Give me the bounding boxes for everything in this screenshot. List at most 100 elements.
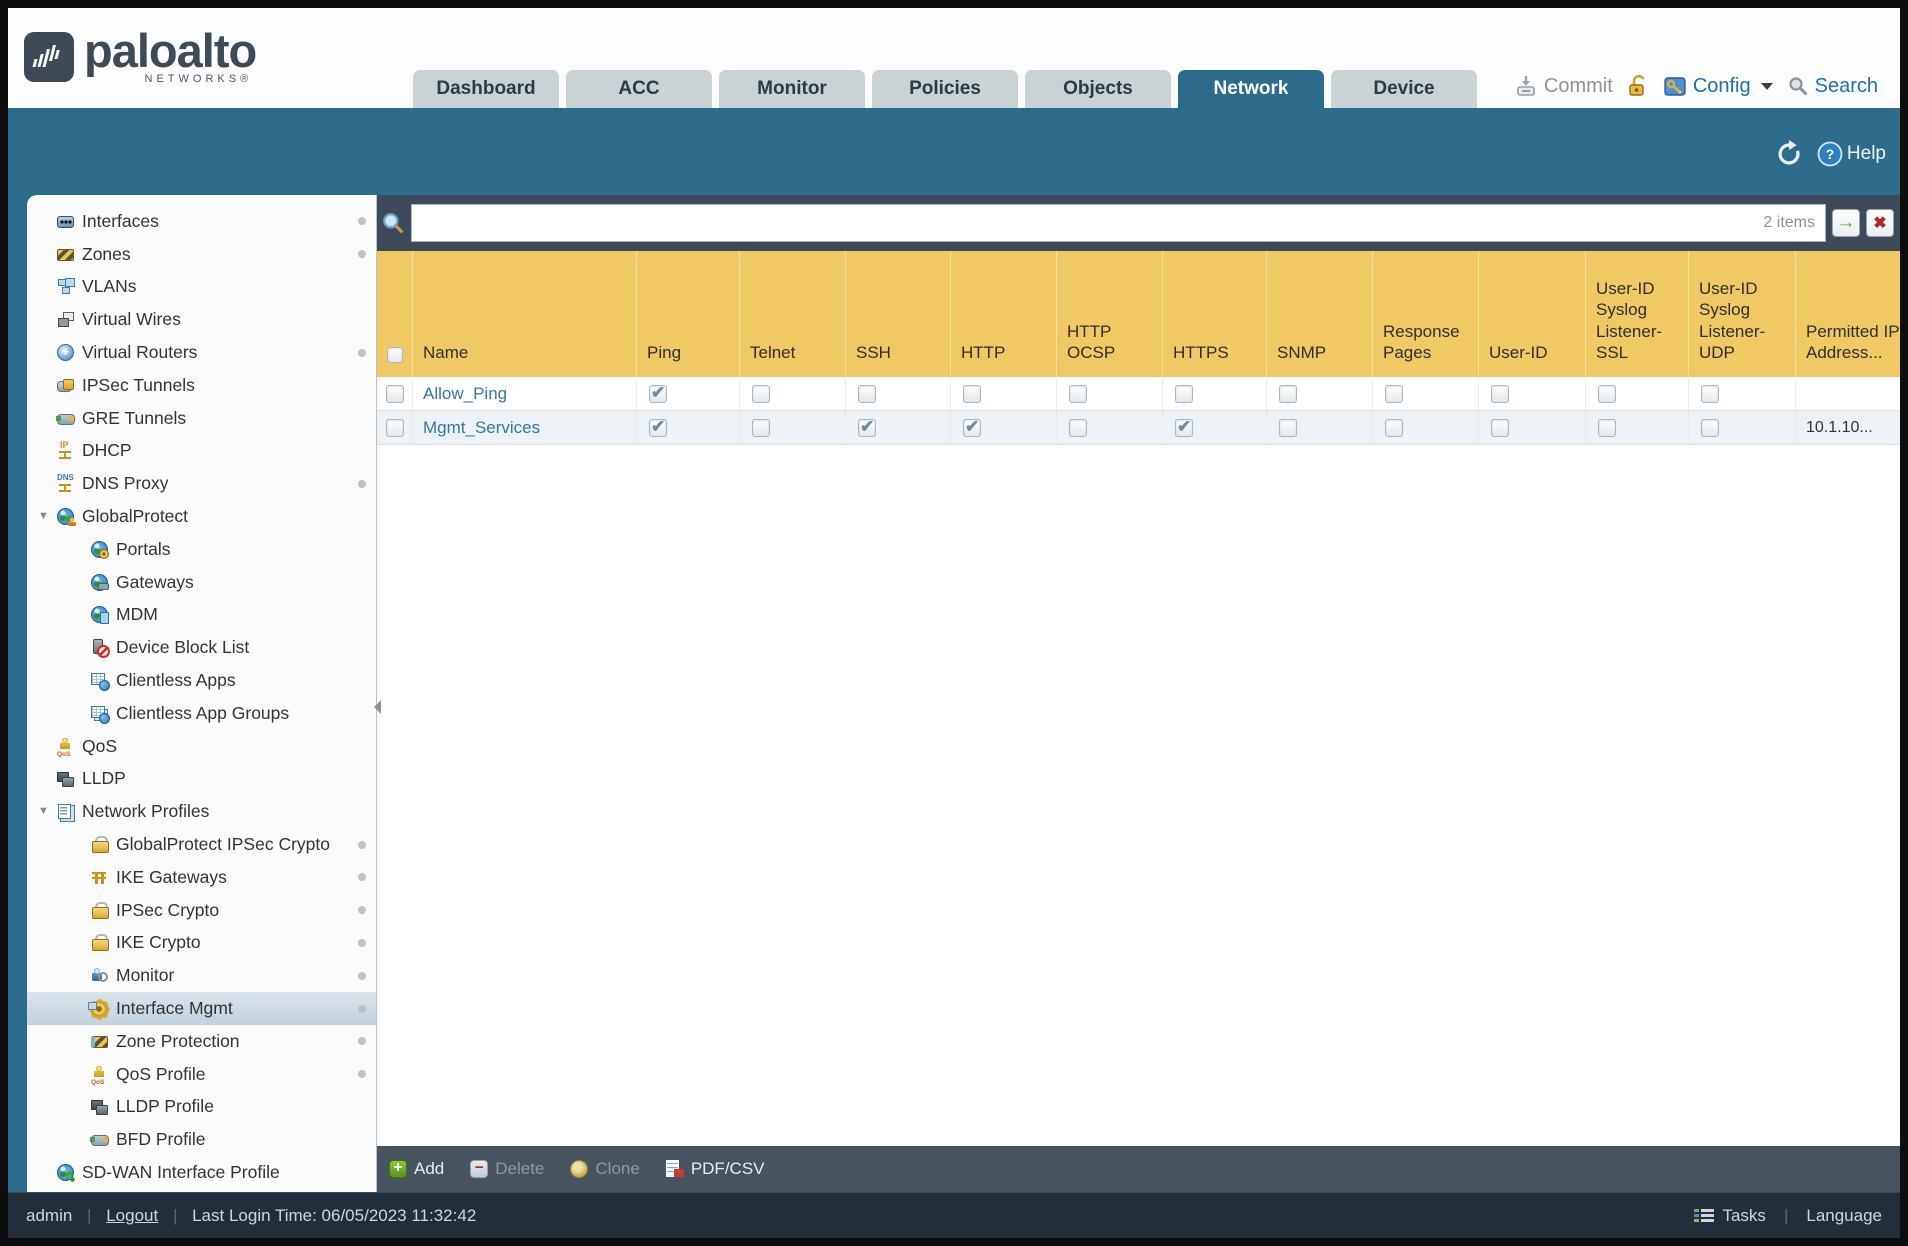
sidebar-item-network-profiles[interactable]: ▼ Network Profiles	[27, 795, 376, 828]
sidebar-item-monitor[interactable]: Monitor	[27, 959, 376, 992]
user-id-checkbox[interactable]	[1491, 418, 1509, 437]
tab-acc[interactable]: ACC	[566, 70, 712, 108]
search-button[interactable]: Search	[1787, 75, 1878, 98]
brand-name: paloalto	[84, 24, 257, 77]
sidebar-item-virtual-routers[interactable]: Virtual Routers	[27, 336, 376, 369]
column-header-snmp[interactable]: SNMP	[1267, 251, 1373, 377]
column-header-uid-syslog-ssl[interactable]: User-ID Syslog Listener-SSL	[1586, 251, 1689, 377]
sidebar-item-clientless-app-groups[interactable]: Clientless App Groups	[27, 697, 376, 730]
ssh-checkbox[interactable]	[858, 417, 876, 437]
ping-checkbox[interactable]	[649, 417, 667, 437]
row-select-checkbox[interactable]	[385, 384, 404, 403]
sidebar-item-ipsec-crypto[interactable]: IPSec Crypto	[27, 894, 376, 927]
sidebar-item-lldp-profile[interactable]: LLDP Profile	[27, 1091, 376, 1124]
commit-button[interactable]: Commit	[1514, 74, 1613, 98]
sidebar-item-dns-proxy[interactable]: DNS Proxy	[27, 467, 376, 500]
column-label: Permitted IP Address...	[1806, 321, 1900, 362]
refresh-icon[interactable]	[1775, 140, 1803, 168]
pdf-csv-button[interactable]: PDF/CSV	[665, 1159, 765, 1179]
sidebar-item-gre-tunnels[interactable]: GRE Tunnels	[27, 402, 376, 435]
http-checkbox[interactable]	[963, 384, 981, 403]
uid-syslog-ssl-checkbox[interactable]	[1598, 418, 1616, 437]
response-pages-checkbox[interactable]	[1385, 384, 1403, 403]
column-header-user-id[interactable]: User-ID	[1479, 251, 1586, 377]
profile-link-mgmt-services[interactable]: Mgmt_Services	[423, 418, 540, 438]
sidebar-item-ike-crypto[interactable]: IKE Crypto	[27, 927, 376, 960]
profile-link-allow-ping[interactable]: Allow_Ping	[423, 384, 507, 404]
sidebar-item-interface-mgmt[interactable]: Interface Mgmt	[27, 992, 376, 1025]
http-ocsp-checkbox[interactable]	[1069, 384, 1087, 403]
language-button[interactable]: Language	[1806, 1206, 1882, 1226]
sidebar-item-gateways[interactable]: Gateways	[27, 566, 376, 599]
tab-policies[interactable]: Policies	[872, 70, 1018, 108]
sidebar-item-vlans[interactable]: VLANs	[27, 271, 376, 304]
sidebar-item-mdm[interactable]: MDM	[27, 599, 376, 632]
column-header-permitted-ip[interactable]: Permitted IP Address...	[1796, 251, 1900, 377]
sidebar-item-globalprotect[interactable]: ▼ GlobalProtect	[27, 500, 376, 533]
user-id-checkbox[interactable]	[1491, 384, 1509, 403]
sidebar-item-sd-wan-interface-profile[interactable]: SD-WAN Interface Profile	[27, 1156, 376, 1189]
help-button[interactable]: ? Help	[1817, 141, 1886, 167]
tab-monitor[interactable]: Monitor	[719, 70, 865, 108]
uid-syslog-ssl-checkbox[interactable]	[1598, 384, 1616, 403]
sidebar-item-globalprotect-ipsec-crypto[interactable]: GlobalProtect IPSec Crypto	[27, 828, 376, 861]
tab-device[interactable]: Device	[1331, 70, 1477, 108]
sidebar-item-label: Portals	[116, 538, 171, 559]
ssh-checkbox[interactable]	[858, 384, 876, 403]
column-header-ssh[interactable]: SSH	[846, 251, 951, 377]
https-checkbox[interactable]	[1175, 384, 1193, 403]
logout-link[interactable]: Logout	[106, 1206, 158, 1225]
column-header-http-ocsp[interactable]: HTTP OCSP	[1057, 251, 1163, 377]
sidebar-item-qos-profile[interactable]: QoS Profile	[27, 1058, 376, 1091]
sidebar-item-portals[interactable]: Portals	[27, 533, 376, 566]
sidebar-item-virtual-wires[interactable]: Virtual Wires	[27, 303, 376, 336]
tab-objects[interactable]: Objects	[1025, 70, 1171, 108]
sidebar-item-label: GRE Tunnels	[82, 407, 187, 428]
sidebar-collapse-handle[interactable]	[374, 700, 381, 714]
https-checkbox[interactable]	[1175, 417, 1193, 437]
sidebar-item-clientless-apps[interactable]: Clientless Apps	[27, 664, 376, 697]
response-pages-checkbox[interactable]	[1385, 418, 1403, 437]
unlock-icon[interactable]	[1627, 74, 1649, 98]
tasks-button[interactable]: Tasks	[1722, 1206, 1765, 1226]
tab-dashboard[interactable]: Dashboard	[413, 70, 559, 108]
expand-caret-icon[interactable]: ▼	[38, 510, 49, 522]
column-header-ping[interactable]: Ping	[637, 251, 740, 377]
column-header-uid-syslog-udp[interactable]: User-ID Syslog Listener-UDP	[1689, 251, 1796, 377]
column-header-telnet[interactable]: Telnet	[740, 251, 846, 377]
sidebar-item-qos[interactable]: QoS	[27, 730, 376, 763]
select-all-checkbox[interactable]	[386, 347, 403, 363]
expand-caret-icon[interactable]: ▼	[38, 805, 49, 817]
sidebar-item-bfd-profile[interactable]: BFD Profile	[27, 1123, 376, 1156]
sidebar-item-zones[interactable]: Zones	[27, 238, 376, 271]
column-header-response-pages[interactable]: Response Pages	[1373, 251, 1479, 377]
apply-filter-button[interactable]: →	[1832, 209, 1860, 237]
column-header-http[interactable]: HTTP	[951, 251, 1057, 377]
config-menu-button[interactable]: Config	[1663, 74, 1773, 98]
snmp-checkbox[interactable]	[1279, 418, 1297, 437]
clear-filter-button[interactable]: ✖	[1866, 209, 1894, 237]
ping-checkbox[interactable]	[649, 383, 667, 403]
filter-input[interactable]	[412, 205, 1764, 241]
sidebar-item-ike-gateways[interactable]: IKE Gateways	[27, 861, 376, 894]
sidebar-item-zone-protection[interactable]: Zone Protection	[27, 1025, 376, 1058]
add-button[interactable]: Add	[389, 1159, 444, 1179]
column-header-https[interactable]: HTTPS	[1163, 251, 1267, 377]
http-ocsp-checkbox[interactable]	[1069, 418, 1087, 437]
sidebar-item-ipsec-tunnels[interactable]: IPSec Tunnels	[27, 369, 376, 402]
column-header-name[interactable]: Name	[413, 251, 637, 377]
http-checkbox[interactable]	[963, 417, 981, 437]
sidebar-item-lldp[interactable]: LLDP	[27, 763, 376, 796]
sidebar-item-interfaces[interactable]: Interfaces	[27, 205, 376, 238]
sidebar-item-device-block-list[interactable]: Device Block List	[27, 631, 376, 664]
row-dot	[358, 906, 366, 915]
telnet-checkbox[interactable]	[752, 384, 770, 403]
uid-syslog-udp-checkbox[interactable]	[1701, 418, 1719, 437]
tab-network[interactable]: Network	[1178, 70, 1324, 108]
sidebar-item-dhcp[interactable]: DHCP	[27, 435, 376, 468]
table-globe-icon	[91, 672, 110, 692]
telnet-checkbox[interactable]	[752, 418, 770, 437]
snmp-checkbox[interactable]	[1279, 384, 1297, 403]
row-select-checkbox[interactable]	[385, 418, 404, 437]
uid-syslog-udp-checkbox[interactable]	[1701, 384, 1719, 403]
